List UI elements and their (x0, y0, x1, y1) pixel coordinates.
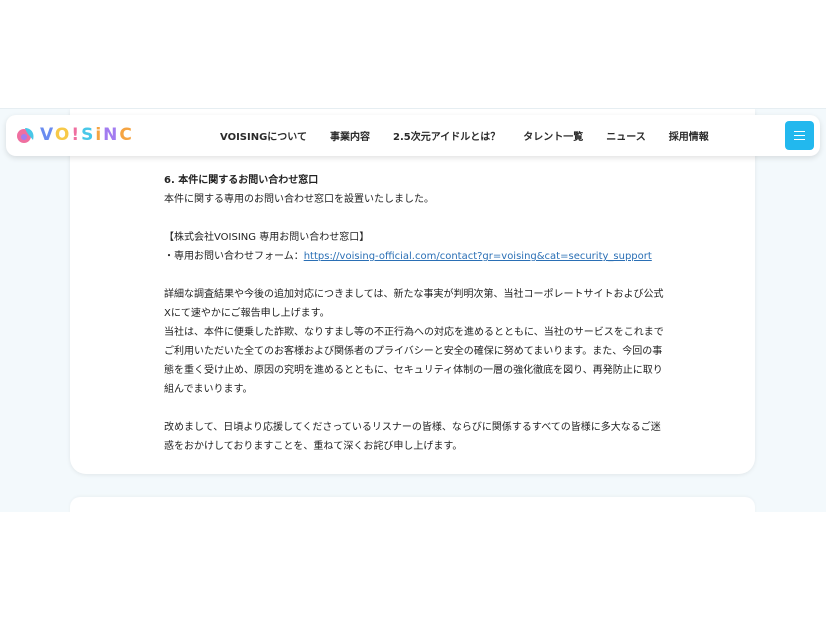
hamburger-menu-button[interactable] (785, 121, 814, 150)
nav-news[interactable]: ニュース (606, 128, 646, 143)
article-text: 【株式会社VOISING 専用お問い合わせ窓口】 (164, 232, 370, 243)
page-background: 6. 本件に関するお問い合わせ窓口 本件に関する専用のお問い合わせ窓口を設置いた… (0, 108, 826, 513)
article-text: ご利用いただいた全てのお客様および関係者のプライバシーと安全の確保に努めてまいり… (164, 346, 663, 357)
article-text: 当社は、本件に便乗した詐欺、なりすまし等の不正行為への対応を進めるとともに、当社… (164, 327, 664, 338)
logo-mark-icon (17, 128, 34, 143)
next-card (70, 497, 755, 513)
article-body: 6. 本件に関するお問い合わせ窓口 本件に関する専用のお問い合わせ窓口を設置いた… (164, 171, 664, 456)
hamburger-icon (794, 128, 805, 143)
article-text: ・専用お問い合わせフォーム：https://voising-official.c… (164, 251, 652, 262)
section-heading: 6. 本件に関するお問い合わせ窓口 (164, 175, 319, 186)
nav-talents[interactable]: タレント一覧 (523, 128, 583, 143)
nav-idol[interactable]: 2.5次元アイドルとは？ (393, 128, 500, 143)
article-text: 改めまして、日頃より応援してくださっているリスナーの皆様、ならびに関係するすべて… (164, 422, 661, 433)
article-text: 本件に関する専用のお問い合わせ窓口を設置いたしました。 (164, 194, 434, 205)
article-text: 惑をおかけしておりますことを、重ねて深くお詫び申し上げます。 (164, 441, 463, 452)
article-text: 詳細な調査結果や今後の追加対応につきましては、新たな事実が判明次第、当社コーポレ… (164, 289, 664, 300)
contact-form-link[interactable]: https://voising-official.com/contact?gr=… (304, 251, 652, 262)
logo-wordmark: VO!SiNC (40, 125, 134, 145)
article-text: 態を重く受け止め、原因の究明を進めるとともに、セキュリティ体制の一層の強化徹底を… (164, 365, 663, 376)
voising-logo[interactable]: VO!SiNC (16, 123, 134, 147)
site-header: VO!SiNC VOISINGについて 事業内容 2.5次元アイドルとは？ タレ… (6, 115, 820, 156)
article-card: 6. 本件に関するお問い合わせ窓口 本件に関する専用のお問い合わせ窓口を設置いた… (70, 109, 755, 474)
bottom-blank-area (0, 512, 826, 620)
nav-business[interactable]: 事業内容 (330, 128, 370, 143)
nav-recruit[interactable]: 採用情報 (669, 128, 709, 143)
main-nav: VOISINGについて 事業内容 2.5次元アイドルとは？ タレント一覧 ニュー… (220, 115, 732, 156)
nav-about[interactable]: VOISINGについて (220, 128, 307, 143)
article-text: Xにて速やかにご報告申し上げます。 (164, 308, 330, 319)
top-blank-area (0, 0, 826, 108)
article-text: 組んでまいります。 (164, 384, 253, 395)
